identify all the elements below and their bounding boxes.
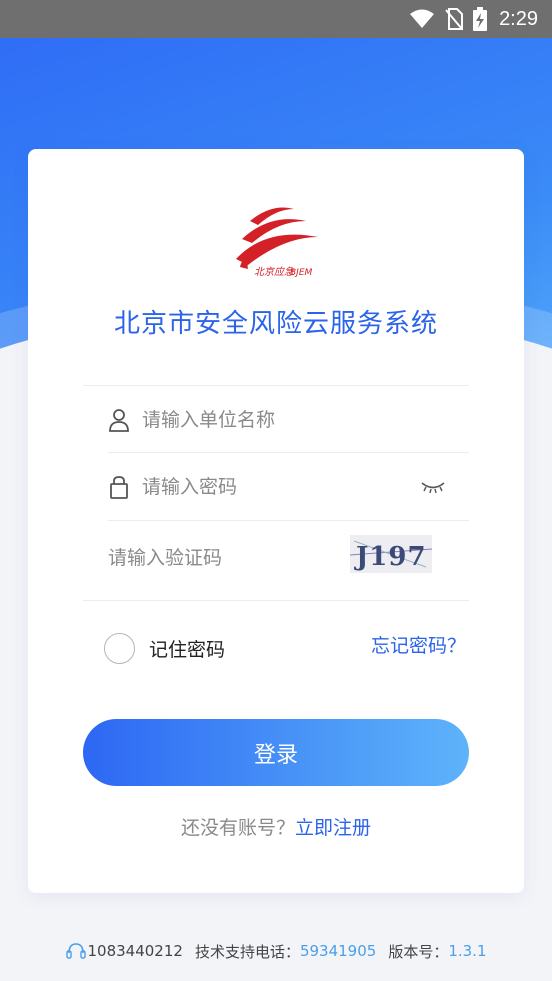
app-logo: 北京应急 BJEM	[232, 201, 322, 281]
divider	[83, 600, 469, 601]
captcha-field-row	[108, 539, 328, 577]
support-number[interactable]: 59341905	[300, 942, 376, 960]
app-title: 北京市安全风险云服务系统	[113, 309, 438, 339]
support-label: 技术支持电话：	[194, 942, 300, 961]
register-link[interactable]: 立即注册	[295, 817, 371, 839]
divider	[83, 385, 469, 386]
login-button[interactable]: 登录	[83, 719, 469, 786]
version-label: 版本号：	[388, 942, 449, 961]
logo-text-cn: 北京应急	[254, 266, 294, 278]
remember-label: 记住密码	[149, 639, 226, 661]
unit-name-field-row	[108, 401, 468, 439]
register-question: 还没有账号？	[180, 817, 295, 839]
password-field-row	[108, 468, 468, 506]
logo-text-en: BJEM	[290, 268, 313, 278]
remember-checkbox[interactable]	[104, 633, 135, 664]
no-sim-icon	[445, 8, 464, 30]
unit-name-input[interactable]	[142, 409, 442, 431]
captcha-text: J197	[354, 542, 427, 572]
lock-icon	[108, 475, 130, 499]
status-time: 2:29	[499, 7, 538, 30]
login-card: 北京应急 BJEM 北京市安全风险云服务系统 请输入单位名称 请输入验证码 J1…	[28, 149, 524, 893]
footer: 1083440212 技术支持电话： 59341905 版本号： 1.3.1	[0, 938, 552, 964]
user-icon	[108, 408, 130, 432]
headset-icon	[65, 942, 86, 960]
wifi-icon	[409, 9, 435, 29]
divider	[108, 452, 469, 453]
footer-phone: 1083440212	[87, 942, 183, 960]
captcha-input[interactable]	[108, 547, 318, 569]
password-input[interactable]	[142, 476, 412, 498]
eye-closed-icon[interactable]	[420, 480, 446, 494]
status-bar: 2:29	[0, 0, 552, 38]
captcha-image[interactable]: J197	[349, 535, 433, 573]
register-line: 还没有账号？立即注册	[28, 813, 524, 840]
forgot-password-link[interactable]: 忘记密码？	[371, 631, 466, 658]
divider	[108, 520, 469, 521]
battery-charging-icon	[473, 7, 488, 31]
version-number: 1.3.1	[448, 942, 487, 960]
